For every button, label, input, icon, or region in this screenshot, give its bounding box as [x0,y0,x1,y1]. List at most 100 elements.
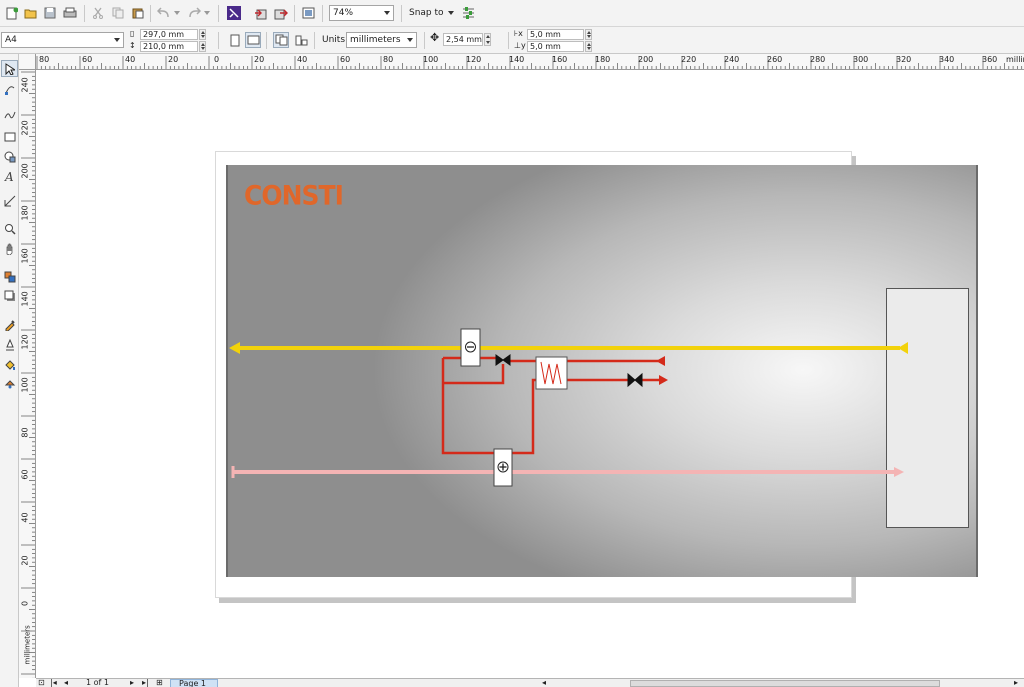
duplicate-y-field[interactable]: 5,0 mm [527,41,584,52]
ruler-label: 160 [20,248,30,264]
freehand-tool-icon[interactable] [1,106,18,123]
portrait-icon[interactable] [227,32,243,48]
ruler-label: 280 [810,55,826,64]
zoom-tool-icon[interactable] [1,220,18,237]
scroll-right-icon[interactable]: ▸ [1014,679,1018,687]
undo-dropdown-icon[interactable] [173,5,181,21]
toolbar-separator [218,5,219,22]
ruler-label: 300 [853,55,869,64]
ruler-origin[interactable] [19,54,36,70]
rectangle-tool-icon[interactable] [1,128,18,145]
paste-icon[interactable] [130,5,146,21]
duplicate-y-spinner[interactable] [585,41,592,52]
page-width-spinner[interactable] [199,29,206,40]
horizontal-scrollbar[interactable] [630,680,940,687]
gradient-background[interactable] [226,165,978,577]
next-page-icon[interactable]: ▸ [130,679,134,687]
export-icon[interactable] [273,5,289,21]
consti-logo[interactable]: CONSTI [244,181,344,210]
nudge-spinner[interactable] [484,33,491,46]
toolbar-separator [314,32,315,49]
duplicate-x-field[interactable]: 5,0 mm [527,29,584,40]
snap-to-button[interactable]: Snap to [409,7,444,19]
corel-connect-icon[interactable] [226,5,242,21]
zoom-level-combo[interactable]: 74% [329,5,394,21]
blend-tool-icon[interactable] [1,268,18,285]
ruler-label: 40 [125,55,136,64]
toolbar-separator [84,5,85,22]
ruler-label: 100 [20,377,30,393]
toolbar-separator [508,32,509,49]
ruler-ticks [36,56,1023,69]
toolbar-separator [150,5,151,22]
page-tab[interactable]: Page 1 [170,679,218,687]
toolbar-separator [266,32,267,49]
ruler-label: 100 [423,55,439,64]
new-document-icon[interactable] [4,5,20,21]
text-tool-icon[interactable]: A [1,167,18,184]
shape-tool-icon[interactable] [1,80,18,97]
ruler-label: 200 [20,163,30,179]
fit-page-icon[interactable]: ⊡ [38,679,45,687]
ruler-label: 0 [214,55,220,64]
page-height-spinner[interactable] [199,41,206,52]
import-icon[interactable] [253,5,269,21]
interactive-fill-icon[interactable] [1,374,18,391]
toolbar-separator [424,32,425,49]
landscape-icon[interactable] [245,32,261,48]
snap-to-dropdown-icon[interactable] [446,5,456,21]
previous-page-icon[interactable]: ◂ [64,679,68,687]
redo-icon[interactable] [186,5,202,21]
duplicate-x-icon: ⊦x [514,29,523,38]
toolbar-separator [401,5,402,22]
cut-icon[interactable] [90,5,106,21]
undo-icon[interactable] [156,5,172,21]
redo-dropdown-icon[interactable] [203,5,211,21]
toolbar-separator [322,5,323,22]
fill-tool-icon[interactable] [1,356,18,373]
application-launcher-icon[interactable] [300,5,316,21]
outline-pen-icon[interactable] [1,336,18,353]
eyedropper-tool-icon[interactable] [1,316,18,333]
page-height-field[interactable]: 210,0 mm [140,41,198,52]
print-icon[interactable] [62,5,78,21]
first-page-icon[interactable]: |◂ [50,679,57,687]
vertical-ruler[interactable]: 240 220 200 180 160 140 120 100 80 60 40… [19,70,36,678]
ruler-label: 340 [939,55,955,64]
copy-icon[interactable] [110,5,126,21]
nudge-distance-field[interactable]: 2,54 mm [443,33,483,46]
page-width-field[interactable]: 297,0 mm [140,29,198,40]
page-height-icon: ↕ [129,41,136,50]
save-icon[interactable] [42,5,58,21]
ruler-label: 60 [20,469,30,480]
open-folder-icon[interactable] [23,5,39,21]
ruler-label: 120 [20,334,30,350]
svg-text:A: A [4,170,14,182]
duplicate-x-spinner[interactable] [585,29,592,40]
polygon-tool-icon[interactable] [1,148,18,165]
page-size-combo[interactable]: A4 [1,32,124,48]
options-icon[interactable] [460,5,476,21]
drop-shadow-tool-icon[interactable] [1,287,18,304]
building-box[interactable] [886,288,969,528]
current-page-icon[interactable] [293,32,309,48]
chevron-down-icon [114,38,120,42]
page-navigator: ⊡ |◂ ◂ 1 of 1 ▸ ▸| ⊞ Page 1 ◂ ▸ [36,678,1024,687]
ruler-label: 120 [466,55,482,64]
horizontal-ruler[interactable]: 80 60 40 20 0 20 40 60 80 100 120 140 16… [36,54,1024,70]
pan-tool-icon[interactable] [1,240,18,257]
ruler-label: 0 [20,600,30,607]
toolbar-separator [218,32,219,49]
ruler-ticks [21,71,35,678]
last-page-icon[interactable]: ▸| [142,679,149,687]
dimension-tool-icon[interactable] [1,192,18,209]
add-page-icon[interactable]: ⊞ [156,679,163,687]
ruler-label: 240 [20,77,30,93]
ruler-label: 220 [20,120,30,136]
all-pages-icon[interactable] [273,32,289,48]
page-size-value: A4 [5,35,17,45]
units-combo[interactable]: millimeters [346,32,417,48]
pick-tool-icon[interactable] [1,60,18,77]
ruler-label: 40 [297,55,308,64]
scroll-left-icon[interactable]: ◂ [542,679,546,687]
